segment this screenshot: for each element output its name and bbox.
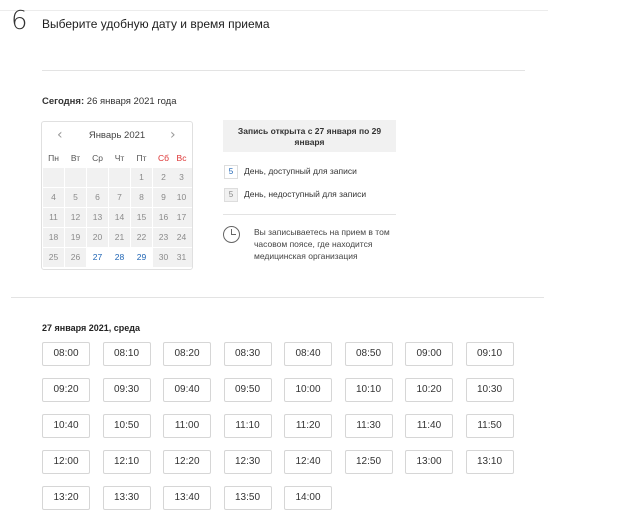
legend-unavailable-label: День, недоступный для записи: [244, 189, 367, 199]
weekday-header: Ср: [92, 153, 103, 163]
time-slot-button[interactable]: 12:50: [344, 450, 393, 474]
timezone-note: Вы записываетесь на прием в том часовом …: [254, 227, 390, 261]
legend-unavailable-sample: 5: [224, 188, 238, 202]
calendar-day: 12: [65, 208, 86, 227]
step-title: Выберите удобную дату и время приема: [42, 17, 270, 31]
time-slot-button[interactable]: 12:30: [223, 450, 272, 474]
time-slot-button[interactable]: 08:10: [102, 342, 151, 366]
calendar-day: 20: [87, 228, 108, 247]
time-slot-button[interactable]: 13:30: [102, 486, 151, 510]
time-slot-button[interactable]: 10:50: [102, 414, 151, 438]
time-slot-button[interactable]: 13:20: [42, 486, 90, 510]
today-label: Сегодня:: [42, 96, 85, 107]
top-divider: [0, 10, 548, 11]
title-divider: [42, 70, 525, 71]
calendar-day: 5: [65, 188, 86, 207]
calendar-day-available[interactable]: 29: [131, 248, 152, 267]
calendar-day: [109, 168, 130, 187]
time-slot-button[interactable]: 13:40: [163, 486, 211, 510]
calendar-day: 31: [171, 248, 192, 267]
calendar-day-available[interactable]: 28: [109, 248, 130, 267]
legend-available-label: День, доступный для записи: [244, 166, 357, 176]
weekday-header: Пн: [48, 153, 59, 163]
weekday-header: Пт: [136, 153, 147, 163]
calendar-day: 26: [65, 248, 86, 267]
calendar-day: 21: [109, 228, 130, 247]
calendar-day: [65, 168, 86, 187]
time-slot-button[interactable]: 09:00: [405, 342, 453, 366]
calendar-day: 25: [43, 248, 64, 267]
calendar-day: 8: [131, 188, 152, 207]
time-slot-button[interactable]: 10:20: [405, 378, 453, 402]
time-slot-button[interactable]: 12:40: [284, 450, 332, 474]
time-slot-button[interactable]: 08:40: [284, 342, 332, 366]
time-slot-button[interactable]: 12:20: [163, 450, 211, 474]
calendar-day: 17: [171, 208, 192, 227]
time-slot-button[interactable]: 08:00: [42, 342, 90, 366]
today-value: 26 января 2021 года: [86, 96, 177, 107]
chevron-right-icon[interactable]: ›: [170, 127, 176, 143]
calendar-day: 19: [65, 228, 86, 247]
time-slot-button[interactable]: 11:00: [163, 414, 211, 438]
time-slot-button[interactable]: 11:30: [344, 414, 393, 438]
time-slot-button[interactable]: 11:20: [284, 414, 332, 438]
calendar-day: 3: [171, 168, 192, 187]
time-slot-button[interactable]: 08:30: [223, 342, 272, 366]
weekday-header: Вт: [70, 153, 81, 163]
calendar-header: ‹ Январь 2021 ›: [42, 122, 192, 148]
time-slot-button[interactable]: 10:30: [465, 378, 514, 402]
calendar-day: 15: [131, 208, 152, 227]
time-slot-button[interactable]: 09:20: [42, 378, 90, 402]
time-slot-button[interactable]: 13:00: [405, 450, 453, 474]
calendar-day: 11: [43, 208, 64, 227]
today-line: Сегодня: 26 января 2021 года: [42, 96, 177, 107]
time-slot-button[interactable]: 08:20: [163, 342, 211, 366]
calendar-day: 24: [171, 228, 192, 247]
calendar-day: 14: [109, 208, 130, 227]
time-slot-button[interactable]: 08:50: [344, 342, 393, 366]
calendar-day: 13: [87, 208, 108, 227]
time-slot-button[interactable]: 11:50: [465, 414, 514, 438]
calendar-day: [43, 168, 64, 187]
section-divider: [11, 297, 544, 298]
booking-open-notice: Запись открыта с 27 января по 29 января: [223, 120, 396, 152]
time-slot-button[interactable]: 13:50: [223, 486, 272, 510]
calendar-day: [87, 168, 108, 187]
time-slot-button[interactable]: 09:30: [102, 378, 151, 402]
time-slot-button[interactable]: 09:40: [163, 378, 211, 402]
time-slot-button[interactable]: 11:10: [223, 414, 272, 438]
info-divider: [223, 214, 396, 215]
time-slot-button[interactable]: 10:10: [344, 378, 393, 402]
time-slot-button[interactable]: 11:40: [405, 414, 453, 438]
time-slot-button[interactable]: 14:00: [284, 486, 332, 510]
clock-icon: [223, 226, 240, 243]
legend-available-sample: 5: [224, 165, 238, 179]
calendar-day: 7: [109, 188, 130, 207]
calendar-day: 6: [87, 188, 108, 207]
weekday-header: Чт: [114, 153, 125, 163]
time-slot-button[interactable]: 09:50: [223, 378, 272, 402]
calendar: ‹ Январь 2021 › Пн Вт Ср Чт Пт Сб Вс 1 2 3 4 5 6 7 8 9 1…: [41, 121, 193, 270]
time-slot-button[interactable]: 10:00: [284, 378, 332, 402]
time-slot-button[interactable]: 09:10: [465, 342, 514, 366]
time-slot-button[interactable]: 10:40: [42, 414, 90, 438]
time-slot-button[interactable]: 12:10: [102, 450, 151, 474]
selected-date-label: 27 января 2021, среда: [42, 323, 140, 333]
time-slot-button[interactable]: 13:10: [465, 450, 514, 474]
calendar-day: 22: [131, 228, 152, 247]
weekday-header: Вс: [176, 153, 187, 163]
calendar-day: 18: [43, 228, 64, 247]
time-slot-button[interactable]: 12:00: [42, 450, 90, 474]
step-number: 6: [11, 6, 28, 36]
calendar-day: 10: [171, 188, 192, 207]
calendar-day-available[interactable]: 27: [87, 248, 108, 267]
calendar-day: 4: [43, 188, 64, 207]
calendar-day: 1: [131, 168, 152, 187]
